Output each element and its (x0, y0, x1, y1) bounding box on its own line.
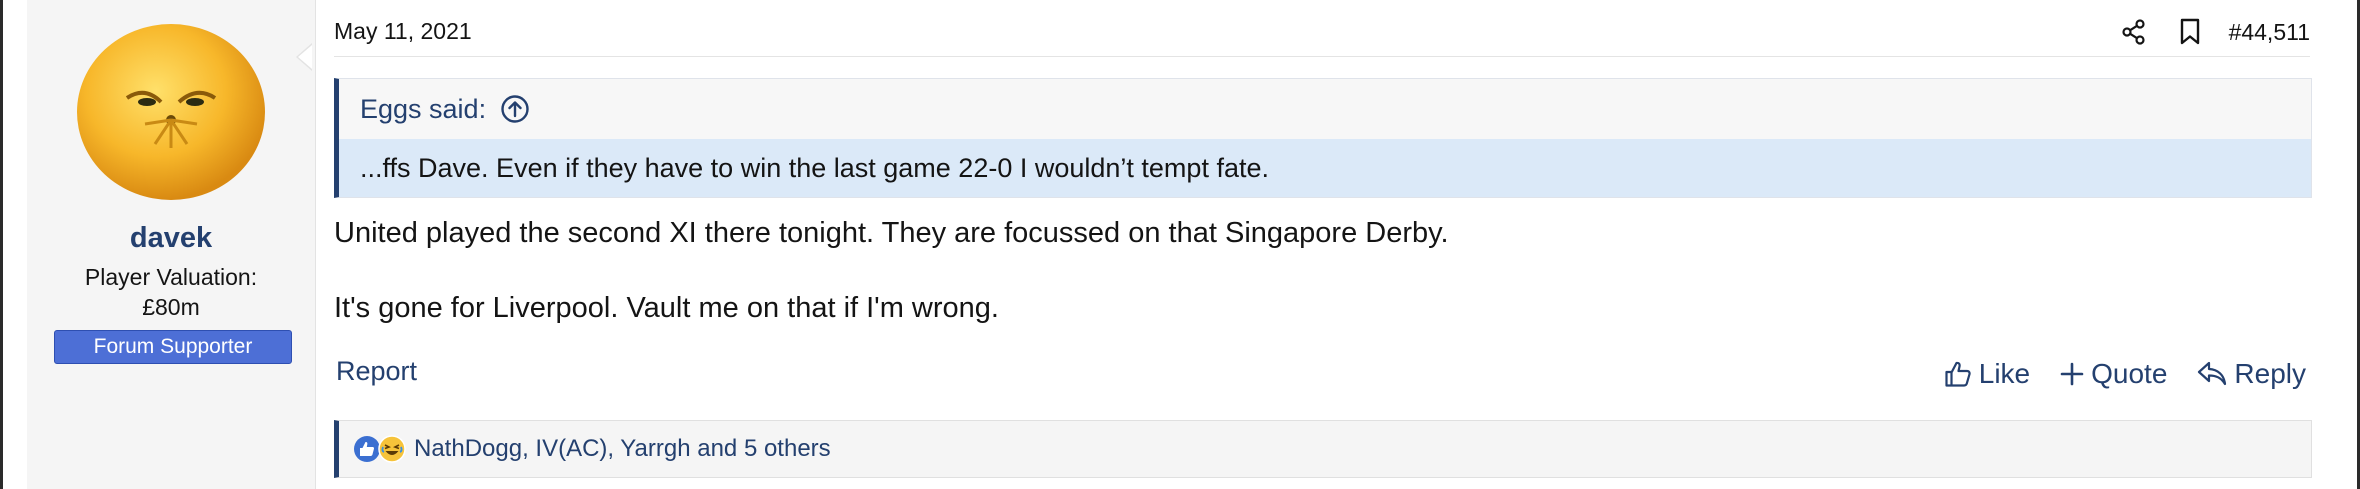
post-body-line: United played the second XI there tonigh… (334, 217, 1449, 249)
post-body-line: It's gone for Liverpool. Vault me on tha… (334, 292, 999, 324)
like-reaction-icon (354, 436, 380, 462)
like-button[interactable]: Like (1944, 358, 2030, 390)
haha-reaction-icon (378, 435, 406, 463)
post-header-actions: #44,511 (2093, 14, 2310, 50)
valuation-value: £80m (142, 294, 200, 320)
quote-text: ...ffs Dave. Even if they have to win th… (339, 139, 2311, 197)
username[interactable]: davek (27, 222, 315, 255)
reaction-icons (353, 435, 406, 463)
jump-to-quote-icon[interactable] (500, 94, 530, 124)
report-link[interactable]: Report (336, 356, 417, 387)
quote-label: Quote (2091, 358, 2168, 389)
post-number[interactable]: #44,511 (2229, 19, 2310, 46)
quote-button[interactable]: Quote (2060, 358, 2167, 390)
post-actions: Like Quote Reply (1914, 354, 2306, 394)
quote-header[interactable]: Eggs said: (360, 91, 530, 127)
avatar[interactable] (75, 20, 267, 202)
quote-author[interactable]: Eggs said: (360, 94, 486, 125)
quote-block: Eggs said: ...ffs Dave. Even if they hav… (334, 78, 2312, 198)
window-border-left (0, 0, 3, 489)
post-arrow-inner (298, 45, 312, 69)
thumbs-up-icon (1945, 361, 1971, 387)
forum-supporter-badge: Forum Supporter (54, 330, 292, 364)
header-divider (334, 56, 2310, 57)
reaction-users[interactable]: NathDogg, IV(AC), Yarrgh and 5 others (414, 435, 831, 463)
reply-button[interactable]: Reply (2197, 358, 2306, 390)
valuation-label: Player Valuation: (84, 264, 258, 290)
bookmark-icon[interactable] (2175, 17, 2205, 47)
user-info-column: davek Player Valuation: £80m (27, 0, 316, 489)
plus-icon (2060, 362, 2084, 386)
reply-label: Reply (2234, 358, 2306, 389)
post-date[interactable]: May 11, 2021 (334, 18, 472, 45)
reactions-bar[interactable]: NathDogg, IV(AC), Yarrgh and 5 others (334, 420, 2312, 478)
player-valuation: Player Valuation: £80m (27, 262, 315, 322)
reply-icon (2198, 361, 2227, 386)
like-label: Like (1978, 358, 2031, 389)
share-icon[interactable] (2119, 17, 2149, 47)
